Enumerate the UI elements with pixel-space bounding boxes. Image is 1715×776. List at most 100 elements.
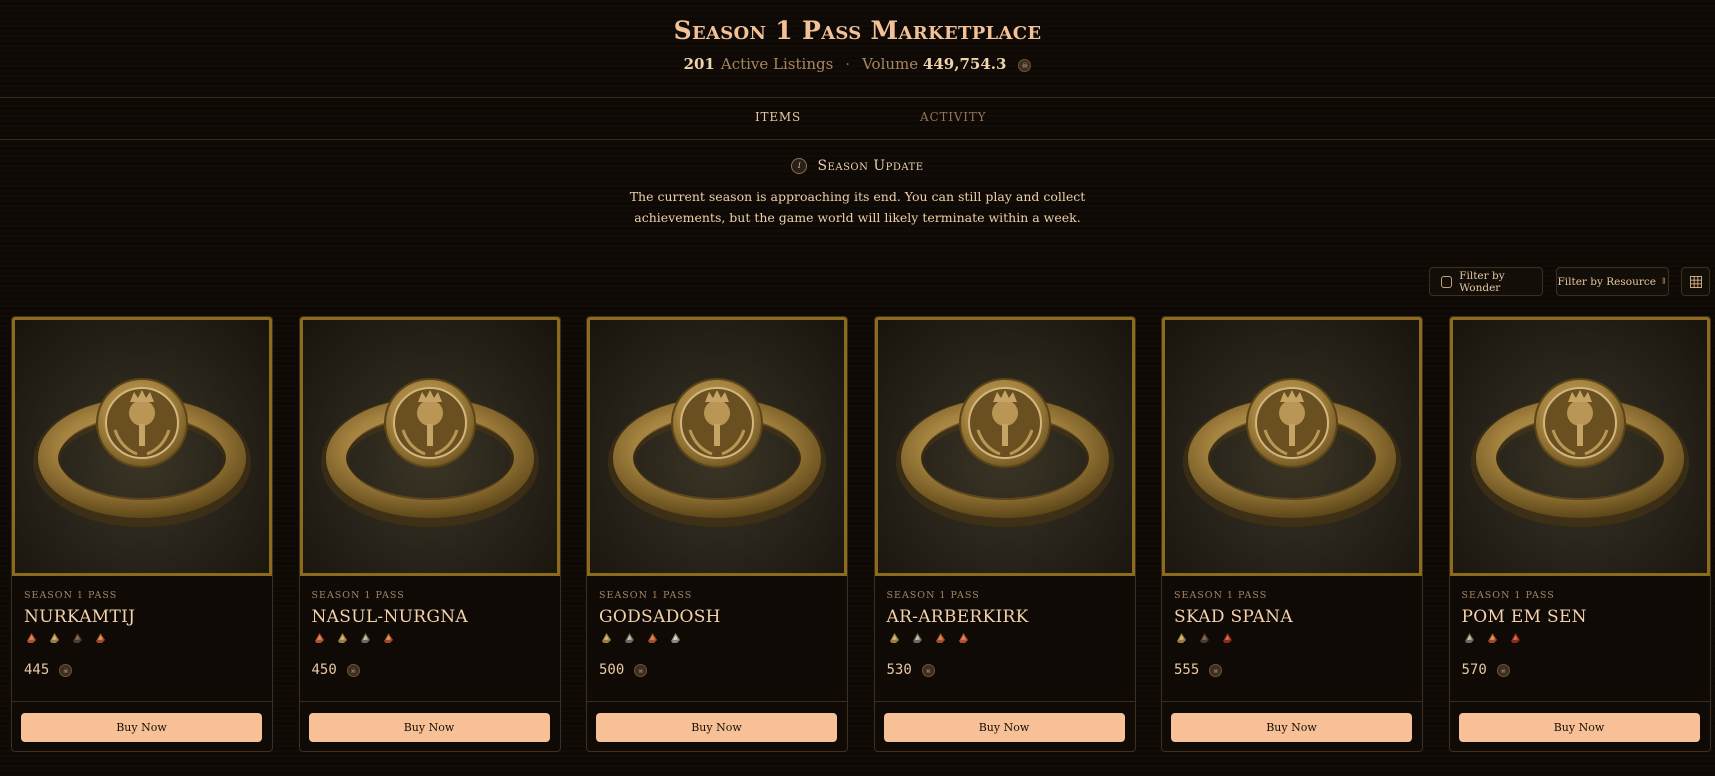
price-value: 445: [24, 662, 50, 678]
season-pass-ring-image: [587, 317, 847, 576]
buy-now-button[interactable]: Buy Now: [1171, 713, 1412, 742]
crate-resource-icon: [935, 633, 945, 643]
card-realm-name: Godsadosh: [599, 607, 721, 627]
tab-activity[interactable]: Activity: [920, 110, 986, 124]
volume-label: Volume: [862, 55, 919, 73]
notice-body: The current season is approaching its en…: [629, 189, 1086, 225]
resource-list: [312, 630, 396, 645]
card-collection: Season 1 Pass: [1461, 590, 1555, 601]
card-price: 530 ☠: [887, 662, 935, 678]
season-pass-ring-image: [299, 317, 560, 576]
grid-view-button[interactable]: [1681, 267, 1710, 296]
crate-resource-icon: [648, 633, 657, 643]
price-value: 500: [599, 662, 625, 678]
card-divider: [874, 701, 1135, 702]
volume-value: 449,754.3: [922, 55, 1007, 73]
listings-stat: 201 Active Listings: [684, 55, 834, 73]
filter-by-wonder-button[interactable]: Filter by Wonder: [1429, 267, 1543, 296]
resource-list: [599, 630, 683, 645]
card-realm-name: Pom Em Sen: [1461, 607, 1587, 627]
buy-now-button[interactable]: Buy Now: [596, 713, 837, 742]
listing-card[interactable]: Season 1 Pass Godsadosh 500 ☠ Buy Now: [586, 316, 848, 752]
card-realm-name: Nurkamtij: [24, 607, 136, 627]
gold-resource-icon: [50, 633, 59, 643]
season-notice: i Season Update The current season is ap…: [0, 158, 1715, 228]
card-divider: [587, 701, 847, 702]
gold-resource-icon: [1177, 633, 1186, 643]
page-title: Season 1 Pass Marketplace: [673, 16, 1042, 45]
wonder-checkbox[interactable]: [1441, 275, 1453, 288]
filter-wonder-label: Filter by Wonder: [1459, 269, 1505, 294]
notice-heading: i Season Update: [0, 158, 1715, 174]
filter-resource-label: Filter by Resource: [1557, 275, 1656, 288]
buy-now-button[interactable]: Buy Now: [1458, 713, 1700, 742]
listing-card-body: Season 1 Pass Skad Spana 555 ☠ Buy Now: [1162, 576, 1422, 751]
ring-icon: [608, 378, 826, 527]
card-divider: [1449, 701, 1710, 702]
listings-count: 201: [683, 55, 715, 73]
listing-card[interactable]: Season 1 Pass Ar-Arberkirk 530 ☠ Buy Now: [873, 316, 1136, 752]
card-collection: Season 1 Pass: [311, 590, 405, 601]
listing-card[interactable]: Season 1 Pass Skad Spana 555 ☠ Buy Now: [1161, 316, 1423, 752]
card-price: 445 ☠: [24, 662, 73, 678]
season-pass-ring-image: [1162, 317, 1422, 576]
card-collection: Season 1 Pass: [1174, 590, 1268, 601]
card-price: 450 ☠: [312, 662, 360, 678]
stone-resource-icon: [912, 633, 922, 643]
listing-card[interactable]: Season 1 Pass Pom Em Sen 570 ☠ Buy Now: [1448, 316, 1711, 752]
resource-list: [1174, 630, 1235, 645]
lords-coin-icon: ☠: [59, 663, 73, 677]
buy-now-button[interactable]: Buy Now: [883, 713, 1125, 742]
listing-card[interactable]: Season 1 Pass Nurkamtij 445 ☠ Buy Now: [11, 316, 273, 752]
lords-coin-icon: ☠: [346, 663, 360, 677]
ring-icon: [895, 378, 1114, 527]
volume-stat: Volume 449,754.3 ☠: [862, 55, 1032, 73]
ring-icon: [320, 378, 539, 527]
price-value: 555: [1174, 662, 1200, 678]
stone-resource-icon: [360, 633, 370, 643]
listing-card[interactable]: Season 1 Pass Nasul-Nurgna 450 ☠ Buy Now: [298, 316, 561, 752]
notice-title: Season Update: [817, 158, 924, 174]
listing-card-body: Season 1 Pass Nasul-Nurgna 450 ☠ Buy Now: [299, 576, 560, 751]
price-value: 530: [886, 662, 912, 678]
card-realm-name: Ar-Arberkirk: [886, 607, 1029, 627]
ruby-resource-icon: [1223, 633, 1232, 643]
filter-by-resource-select[interactable]: Filter by Resource ⇕: [1556, 267, 1669, 296]
card-divider: [12, 701, 272, 702]
silver-resource-icon: [671, 633, 680, 643]
ring-icon: [1470, 378, 1689, 527]
listing-card-body: Season 1 Pass Godsadosh 500 ☠ Buy Now: [587, 576, 847, 751]
page-header: Season 1 Pass Marketplace 201 Active List…: [0, 0, 1715, 98]
wood-resource-icon: [96, 633, 105, 643]
gold-resource-icon: [602, 633, 611, 643]
card-divider: [1162, 701, 1422, 702]
lords-coin-icon: ☠: [1209, 663, 1223, 677]
listing-card-body: Season 1 Pass Pom Em Sen 570 ☠ Buy Now: [1449, 576, 1710, 751]
coal-resource-icon: [1200, 633, 1209, 643]
copper-resource-icon: [958, 633, 968, 643]
marketplace-stats: 201 Active Listings · Volume 449,754.3 ☠: [0, 55, 1715, 73]
lords-coin-icon: ☠: [1018, 58, 1032, 72]
resource-list: [24, 630, 108, 645]
card-divider: [299, 701, 560, 702]
buy-now-button[interactable]: Buy Now: [21, 713, 262, 742]
stone-resource-icon: [625, 633, 634, 643]
stats-separator: ·: [845, 55, 851, 73]
season-pass-ring-image: [1449, 317, 1710, 576]
buy-now-button[interactable]: Buy Now: [308, 713, 550, 742]
card-realm-name: Nasul-Nurgna: [311, 607, 468, 627]
card-price: 500 ☠: [599, 662, 648, 678]
ring-icon: [33, 378, 251, 527]
gold-resource-icon: [889, 633, 899, 643]
card-collection: Season 1 Pass: [886, 590, 980, 601]
lords-coin-icon: ☠: [634, 663, 648, 677]
wood-resource-icon: [383, 633, 393, 643]
card-price: 555 ☠: [1174, 662, 1223, 678]
resource-list: [1462, 630, 1523, 645]
lords-coin-icon: ☠: [921, 663, 935, 677]
tab-items[interactable]: Items: [755, 110, 801, 124]
price-value: 570: [1461, 662, 1487, 678]
stone-resource-icon: [1464, 633, 1474, 643]
card-realm-name: Skad Spana: [1174, 607, 1293, 627]
gold-resource-icon: [337, 633, 347, 643]
